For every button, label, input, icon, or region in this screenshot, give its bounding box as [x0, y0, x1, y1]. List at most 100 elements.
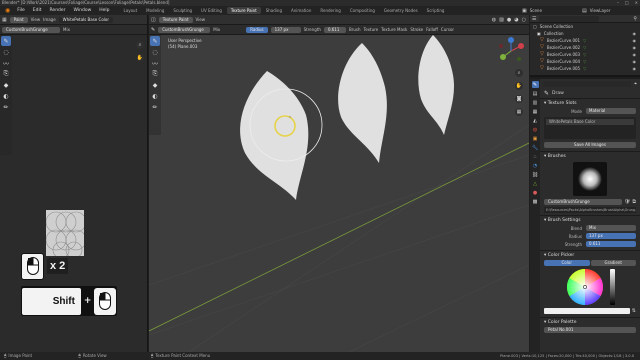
object-tab-icon[interactable]: ▣ — [532, 135, 539, 142]
tool-menu-texture-mask[interactable]: Texture Mask — [381, 27, 407, 32]
texture-tab-icon[interactable]: ▩ — [532, 198, 539, 205]
tab-modeling[interactable]: Modeling — [142, 7, 168, 14]
menu-file[interactable]: File — [13, 8, 29, 13]
material-tab-icon[interactable]: ● — [532, 189, 539, 196]
tab-compositing[interactable]: Compositing — [346, 7, 379, 14]
overlay-icon[interactable]: ◍ — [492, 17, 496, 23]
blend-dropdown[interactable]: Mix — [586, 225, 636, 231]
tab-rendering[interactable]: Rendering — [316, 7, 344, 14]
soften-tool-icon[interactable]: ◌ — [1, 47, 11, 57]
vp-clone-tool-icon[interactable]: ⎘ — [150, 69, 160, 79]
tab-texture-paint[interactable]: Texture Paint — [226, 7, 261, 14]
viewport-view-menu[interactable]: View — [196, 17, 206, 22]
tool-menu-cursor[interactable]: Cursor — [441, 27, 454, 32]
tab-sculpting[interactable]: Sculpting — [169, 7, 196, 14]
tab-animation[interactable]: Animation — [287, 7, 315, 14]
tab-uv-editing[interactable]: UV Editing — [197, 7, 226, 14]
smear-tool-icon[interactable]: 〰 — [1, 58, 11, 68]
annotate-tool-icon[interactable]: ✏ — [1, 102, 11, 112]
brushes-section[interactable]: ▾ Brushes — [540, 151, 640, 160]
physics-tab-icon[interactable]: ◔ — [532, 162, 539, 169]
color-tab[interactable]: Color — [544, 260, 590, 266]
tool-menu-brush[interactable]: Brush — [349, 27, 361, 32]
viewlayer-selector[interactable]: ViewLayer — [590, 8, 611, 13]
menu-edit[interactable]: Edit — [29, 8, 46, 13]
radius-prop-field[interactable]: 137 px — [586, 233, 636, 239]
visibility-eye-icon[interactable]: ◉ — [633, 65, 637, 72]
menu-render[interactable]: Render — [46, 8, 70, 13]
outliner-row-collection[interactable]: ▣ Collection ◉ — [530, 30, 640, 37]
tool-tab-icon[interactable]: ✎ — [531, 81, 539, 88]
viewport-blend-label[interactable]: Mix — [213, 27, 243, 32]
axis-gizmo[interactable] — [497, 37, 525, 65]
brush-name-field[interactable]: CustomBrushGrunge — [544, 199, 623, 205]
value-slider[interactable] — [609, 269, 615, 305]
particles-tab-icon[interactable]: ∴ — [532, 153, 539, 160]
image-blend-label[interactable]: Mix — [63, 27, 70, 32]
menu-help[interactable]: Help — [95, 8, 113, 13]
texture-slot-list[interactable]: WhitePetals Base Color — [544, 117, 636, 139]
fill-tool-icon[interactable]: ◆ — [1, 80, 11, 90]
image-brush-field[interactable]: CustomBrushGrunge — [2, 26, 60, 33]
color-wheel[interactable] — [566, 268, 604, 306]
viewport-editor-type-icon[interactable]: ◫ — [151, 17, 156, 23]
visibility-eye-icon[interactable]: ◉ — [633, 44, 637, 51]
gradient-tab[interactable]: Gradient — [590, 260, 636, 266]
render-tab-icon[interactable]: ▤ — [532, 90, 539, 97]
texture-slots-section[interactable]: ▾ Texture Slots — [540, 98, 640, 107]
shading-material-icon[interactable]: ◕ — [514, 17, 518, 23]
image-mode-dropdown[interactable]: Paint — [9, 16, 28, 23]
texture-slot-item[interactable]: WhitePetals Base Color — [546, 119, 634, 125]
viewport-mode-dropdown[interactable]: Texture Paint — [158, 16, 193, 23]
strength-field[interactable]: 0.611 — [323, 26, 346, 33]
scene-selector[interactable]: Scene — [530, 8, 542, 13]
color-palette-section[interactable]: ▾ Color Palette — [540, 317, 640, 326]
properties-search[interactable] — [543, 80, 632, 87]
tool-menu-falloff[interactable]: Falloff — [426, 27, 438, 32]
constraints-tab-icon[interactable]: ⛓︎ — [532, 171, 539, 178]
outliner-row-bezier-003[interactable]: ▽ BezierCurve.003 ▽ ◉ — [530, 51, 640, 58]
visibility-eye-icon[interactable]: ◉ — [633, 30, 637, 37]
tool-menu-stroke[interactable]: Stroke — [410, 27, 423, 32]
scene-tab-icon[interactable]: ◭ — [532, 117, 539, 124]
color-picker-section[interactable]: ▾ Color Picker — [540, 250, 640, 259]
tab-scripting[interactable]: Scripting — [423, 7, 449, 14]
vp-pan-hand-icon[interactable]: ✋ — [515, 82, 523, 90]
viewport-brush-field[interactable]: CustomBrushGrunge — [158, 26, 211, 33]
swap-colors-icon[interactable]: ⇅ — [632, 308, 636, 314]
image-view-menu[interactable]: View — [31, 17, 41, 22]
clone-tool-icon[interactable]: ⎘ — [1, 69, 11, 79]
xray-icon[interactable]: ▨ — [499, 17, 504, 23]
image-image-menu[interactable]: Image — [43, 17, 56, 22]
visibility-eye-icon[interactable]: ◉ — [633, 51, 637, 58]
outliner-row-bezier-005[interactable]: ▽ BezierCurve.005 ▽ ◉ — [530, 65, 640, 72]
output-tab-icon[interactable]: ▥ — [532, 99, 539, 106]
brush-settings-section[interactable]: ▾ Brush Settings — [540, 215, 640, 224]
vp-mask-tool-icon[interactable]: ◐ — [150, 91, 160, 101]
radius-field[interactable]: 137 px — [270, 26, 301, 33]
image-name-field[interactable]: WhitePetals Base Color — [58, 16, 113, 23]
brush-preview[interactable] — [573, 162, 607, 196]
shading-rendered-icon[interactable]: ○ — [522, 17, 526, 23]
tab-shading[interactable]: Shading — [262, 7, 286, 14]
draw-tool-icon[interactable]: ✎ — [1, 36, 11, 46]
new-brush-icon[interactable]: ⧉ — [632, 199, 636, 205]
zoom-icon[interactable]: ⌕ — [136, 41, 144, 49]
strength-prop-field[interactable]: 0.611 — [586, 241, 636, 247]
filter-icon[interactable]: ⚲ — [633, 16, 637, 22]
palette-name-field[interactable]: Petal No.001 — [544, 327, 636, 333]
tab-layout[interactable]: Layout — [120, 7, 142, 14]
fake-user-icon[interactable]: 🛡︎ — [624, 199, 630, 205]
vp-fill-tool-icon[interactable]: ◆ — [150, 80, 160, 90]
data-tab-icon[interactable]: △ — [532, 180, 539, 187]
pan-hand-icon[interactable]: ✋ — [136, 54, 144, 62]
outliner-row-bezier-002[interactable]: ▽ BezierCurve.002 ▽ ◉ — [530, 44, 640, 51]
outliner-row-bezier-004[interactable]: ▽ BezierCurve.004 ▽ ◉ — [530, 58, 640, 65]
tab-geometry-nodes[interactable]: Geometry Nodes — [380, 7, 422, 14]
save-all-images-button[interactable]: Save All Images — [544, 142, 636, 148]
vp-draw-tool-icon[interactable]: ✎ — [150, 36, 160, 46]
vp-annotate-tool-icon[interactable]: ✏ — [150, 102, 160, 112]
vp-soften-tool-icon[interactable]: ◌ — [150, 47, 160, 57]
tool-menu-texture[interactable]: Texture — [363, 27, 378, 32]
vp-smear-tool-icon[interactable]: 〰 — [150, 58, 160, 68]
